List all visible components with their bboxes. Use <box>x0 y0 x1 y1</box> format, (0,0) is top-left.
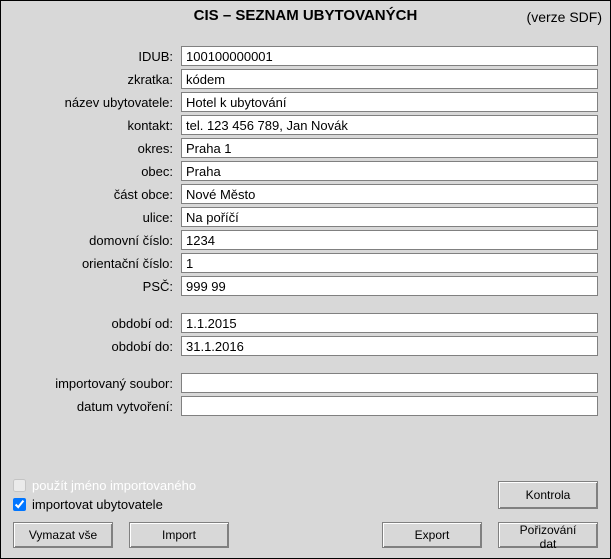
label-datum-vytvoreni: datum vytvoření: <box>13 399 181 414</box>
export-button[interactable]: Export <box>382 522 482 548</box>
kontrola-button[interactable]: Kontrola <box>498 481 598 509</box>
checkbox-importovat-ubytovatele[interactable] <box>13 498 26 511</box>
label-obdobi-do: období do: <box>13 339 181 354</box>
label-importovat-ubytovatele: importovat ubytovatele <box>32 497 163 512</box>
label-kontakt: kontakt: <box>13 118 181 133</box>
app-window: CIS – SEZNAM UBYTOVANÝCH (verze SDF) IDU… <box>0 0 611 559</box>
bottom-area: použít jméno importovaného importovat ub… <box>1 472 610 558</box>
label-zkratka: zkratka: <box>13 72 181 87</box>
import-button[interactable]: Import <box>129 522 229 548</box>
input-orientacni-cislo[interactable] <box>181 253 598 273</box>
label-idub: IDUB: <box>13 49 181 64</box>
label-nazev-ubytovatele: název ubytovatele: <box>13 95 181 110</box>
input-okres[interactable] <box>181 138 598 158</box>
input-ulice[interactable] <box>181 207 598 227</box>
app-title: CIS – SEZNAM UBYTOVANÝCH <box>194 7 418 24</box>
porizovani-dat-button[interactable]: Pořizování dat <box>498 522 598 548</box>
input-obdobi-od[interactable] <box>181 313 598 333</box>
input-kontakt[interactable] <box>181 115 598 135</box>
label-importovany-soubor: importovaný soubor: <box>13 376 181 391</box>
vymazat-vse-button[interactable]: Vymazat vše <box>13 522 113 548</box>
label-domovni-cislo: domovní číslo: <box>13 233 181 248</box>
label-cast-obce: část obce: <box>13 187 181 202</box>
checkbox-pouzit-jmeno <box>13 479 26 492</box>
label-okres: okres: <box>13 141 181 156</box>
form-area: IDUB: zkratka: název ubytovatele: kontak… <box>1 28 610 472</box>
label-ulice: ulice: <box>13 210 181 225</box>
label-psc: PSČ: <box>13 279 181 294</box>
input-psc[interactable] <box>181 276 598 296</box>
label-pouzit-jmeno: použít jméno importovaného <box>32 478 196 493</box>
input-idub[interactable] <box>181 46 598 66</box>
input-obec[interactable] <box>181 161 598 181</box>
label-orientacni-cislo: orientační číslo: <box>13 256 181 271</box>
input-zkratka[interactable] <box>181 69 598 89</box>
input-importovany-soubor[interactable] <box>181 373 598 393</box>
input-domovni-cislo[interactable] <box>181 230 598 250</box>
label-obec: obec: <box>13 164 181 179</box>
input-nazev-ubytovatele[interactable] <box>181 92 598 112</box>
input-cast-obce[interactable] <box>181 184 598 204</box>
input-datum-vytvoreni[interactable] <box>181 396 598 416</box>
label-obdobi-od: období od: <box>13 316 181 331</box>
input-obdobi-do[interactable] <box>181 336 598 356</box>
app-version: (verze SDF) <box>527 9 602 25</box>
titlebar: CIS – SEZNAM UBYTOVANÝCH (verze SDF) <box>1 1 610 28</box>
